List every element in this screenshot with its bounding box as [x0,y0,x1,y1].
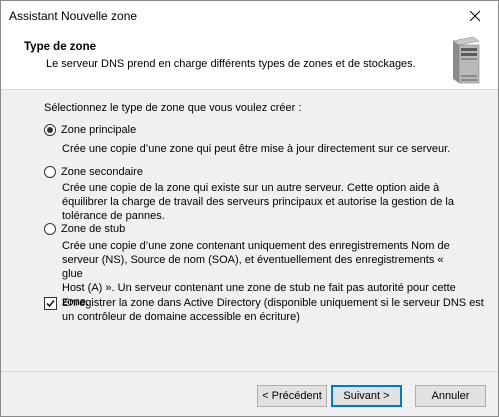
cancel-button[interactable]: Annuler [415,385,486,407]
next-button[interactable]: Suivant > [331,385,402,407]
radio-button[interactable] [44,166,56,178]
zone-secondaire-label[interactable]: Zone secondaire [61,166,143,178]
radio-button-checked[interactable] [44,124,56,136]
zone-principale-radio[interactable]: Zone principale [44,124,136,136]
active-directory-checkbox[interactable] [44,297,57,310]
close-icon [470,11,480,21]
page-subtitle: Le serveur DNS prend en charge différent… [46,58,416,70]
zone-type-prompt: Sélectionnez le type de zone que vous vo… [44,102,302,114]
checkmark-icon [46,300,55,308]
active-directory-checkbox-row[interactable]: Enregistrer la zone dans Active Director… [44,296,484,324]
zone-stub-label[interactable]: Zone de stub [61,223,125,235]
window-title: Assistant Nouvelle zone [9,9,138,23]
page-title: Type de zone [24,41,96,53]
zone-principale-label[interactable]: Zone principale [61,124,136,136]
back-button[interactable]: < Précédent [257,385,327,407]
wizard-content: Sélectionnez le type de zone que vous vo… [1,90,498,375]
active-directory-label[interactable]: Enregistrer la zone dans Active Director… [62,296,484,324]
server-icon [452,36,480,84]
title-bar: Assistant Nouvelle zone [1,1,498,31]
radio-button[interactable] [44,223,56,235]
zone-secondaire-description: Crée une copie de la zone qui existe sur… [62,182,454,222]
zone-principale-description: Crée une copie d’une zone qui peut être … [62,143,451,155]
wizard-header: Type de zone Le serveur DNS prend en cha… [1,31,498,90]
close-button[interactable] [452,1,498,31]
footer-divider [1,371,498,372]
wizard-window: Assistant Nouvelle zone Type de zone Le … [0,0,499,417]
zone-secondaire-radio[interactable]: Zone secondaire [44,166,143,178]
zone-stub-radio[interactable]: Zone de stub [44,223,125,235]
